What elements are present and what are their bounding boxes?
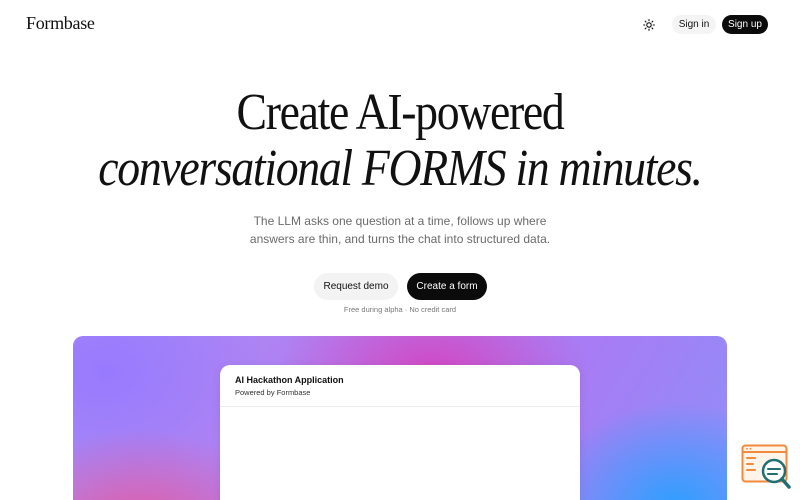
search-feedback-icon	[741, 444, 791, 489]
sign-up-button[interactable]: Sign up	[722, 15, 768, 34]
form-preview-card: AI Hackathon Application Powered by Form…	[220, 365, 580, 500]
sun-icon	[643, 19, 655, 31]
hero-subtitle: The LLM asks one question at a time, fol…	[200, 212, 600, 248]
form-preview-title: AI Hackathon Application	[235, 375, 344, 385]
sign-in-button[interactable]: Sign in	[672, 15, 716, 34]
hero-title-line1: Create AI-powered	[236, 84, 565, 141]
hero-title-line2: conversational FORMS in minutes.	[98, 140, 703, 197]
request-demo-button[interactable]: Request demo	[314, 273, 398, 300]
create-form-button[interactable]: Create a form	[407, 273, 487, 300]
hero-subtitle-line1: The LLM asks one question at a time, fol…	[253, 214, 547, 228]
logo[interactable]: Formbase	[26, 13, 95, 34]
floating-feedback-widget[interactable]	[741, 444, 793, 492]
pricing-note: Free during alpha · No credit card	[343, 305, 457, 314]
form-preview-divider	[220, 406, 580, 407]
theme-toggle-button[interactable]	[638, 14, 660, 36]
landing-page: Formbase Sign in Sign up Create AI-power…	[0, 0, 800, 500]
hero-subtitle-line2: answers are thin, and turns the chat int…	[249, 232, 551, 246]
form-preview-subtitle: Powered by Formbase	[235, 388, 311, 397]
